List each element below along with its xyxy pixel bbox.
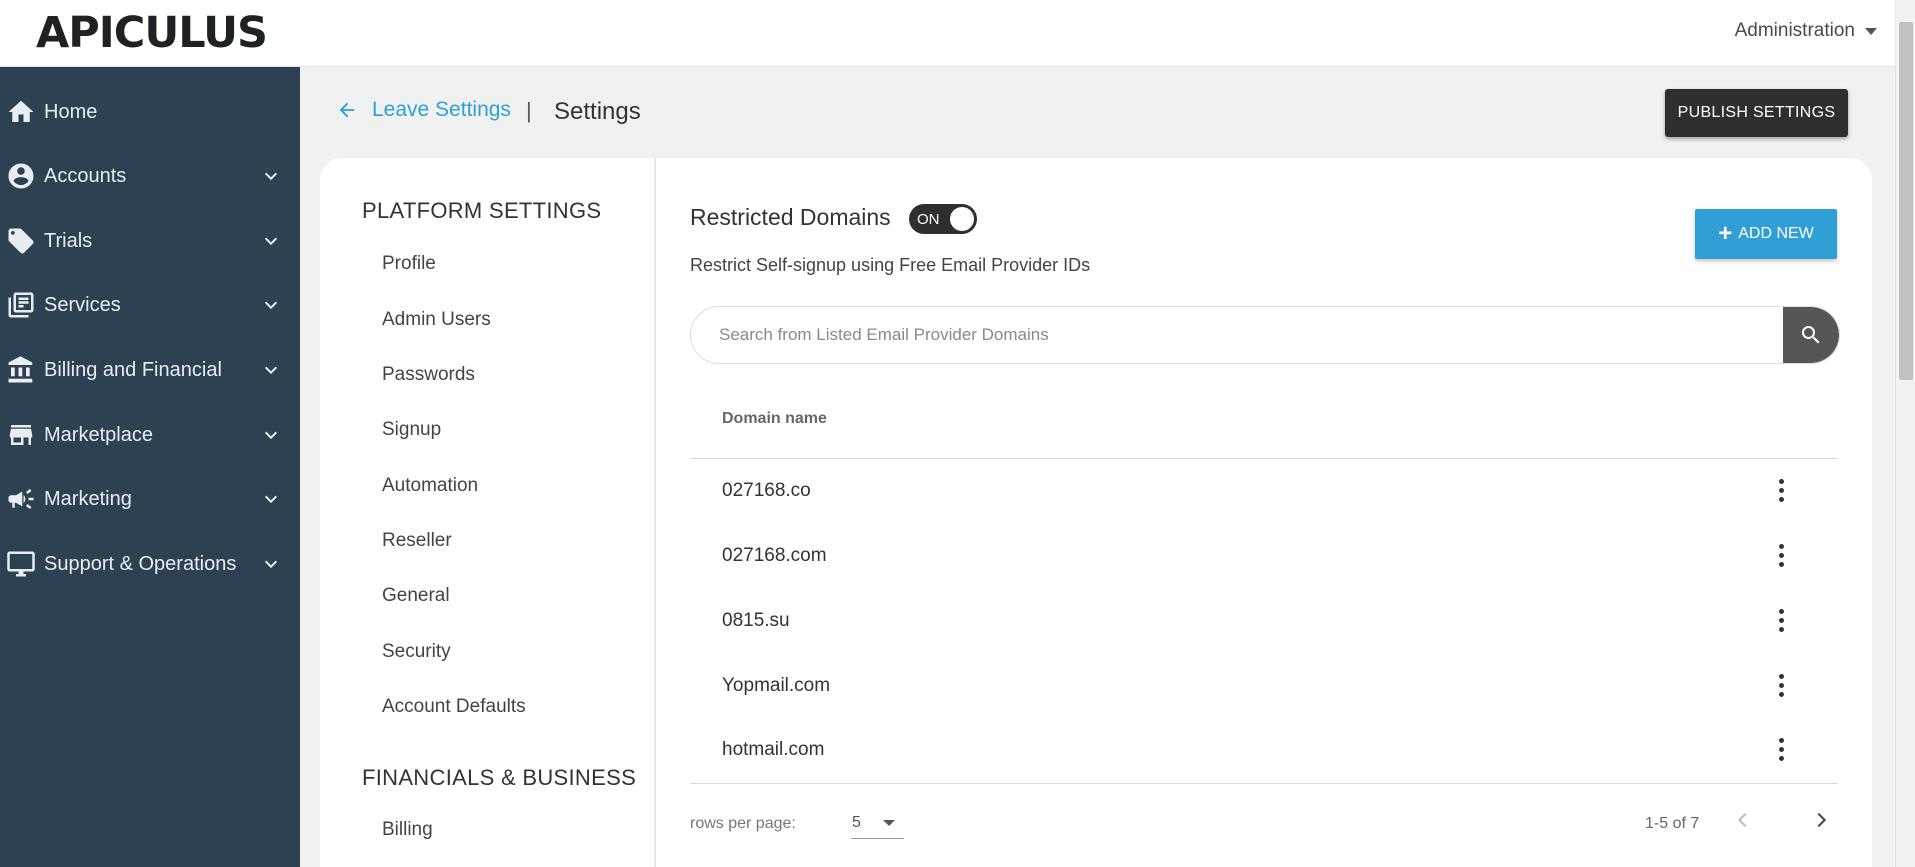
sidebar-item-accounts[interactable]: Accounts (0, 148, 300, 204)
store-icon (9, 425, 33, 445)
toggle-knob (950, 207, 974, 231)
settings-menu: PLATFORM SETTINGS Profile Admin Users Pa… (320, 158, 656, 867)
settings-card: PLATFORM SETTINGS Profile Admin Users Pa… (320, 158, 1872, 867)
restricted-domains-panel: Restricted Domains ON Restrict Self-sign… (690, 158, 1850, 867)
row-more-vert-icon[interactable] (1766, 603, 1796, 637)
domain-search-input[interactable] (691, 307, 1781, 363)
breadcrumb-separator: | (526, 98, 532, 123)
leave-settings-link[interactable]: Leave Settings (336, 98, 511, 122)
scrollbar-thumb[interactable] (1899, 22, 1913, 380)
settings-link-signup[interactable]: Signup (382, 419, 441, 441)
row-more-vert-icon[interactable] (1766, 473, 1796, 507)
chevron-left-icon (1737, 812, 1747, 828)
table-row: 027168.com (690, 524, 1838, 589)
leave-settings-label: Leave Settings (372, 98, 511, 121)
sidebar-item-marketplace[interactable]: Marketplace (0, 407, 300, 463)
settings-link-reseller[interactable]: Reseller (382, 530, 452, 552)
settings-link-account-defaults[interactable]: Account Defaults (382, 696, 526, 718)
row-more-vert-icon[interactable] (1766, 538, 1796, 572)
add-new-label: ADD NEW (1738, 225, 1814, 242)
chevron-down-icon (264, 301, 278, 310)
sidebar-item-billing-and-financial[interactable]: Billing and Financial (0, 342, 300, 398)
rows-per-page-label: rows per page: (690, 815, 796, 832)
sidebar-item-services[interactable]: Services (0, 277, 300, 333)
restricted-domains-title: Restricted Domains (690, 204, 891, 230)
domain-name-cell: 027168.com (722, 545, 827, 566)
settings-link-profile[interactable]: Profile (382, 253, 436, 275)
apiculus-logo[interactable]: APICULUS (36, 8, 268, 58)
plus-icon: + (1718, 220, 1733, 247)
chevron-down-icon (264, 495, 278, 504)
chevron-down-icon (264, 366, 278, 375)
settings-link-security[interactable]: Security (382, 641, 451, 663)
sidebar-item-label: Marketing (44, 487, 132, 510)
table-row: Yopmail.com (690, 654, 1838, 719)
restricted-domains-description: Restrict Self-signup using Free Email Pr… (690, 255, 1091, 275)
settings-group-title: FINANCIALS & BUSINESS (362, 765, 637, 790)
caret-down-icon (1865, 27, 1877, 35)
add-new-button[interactable]: + ADD NEW (1695, 209, 1837, 259)
sidebar-item-label: Support & Operations (44, 552, 237, 575)
arrow-left-icon (339, 102, 355, 118)
column-header-domain-name[interactable]: Domain name (722, 410, 827, 428)
search-button[interactable] (1783, 307, 1839, 363)
home-icon (8, 100, 34, 122)
domain-name-cell: hotmail.com (722, 739, 825, 760)
settings-link-billing[interactable]: Billing (382, 819, 433, 841)
domain-name-cell: 027168.co (722, 480, 811, 501)
next-page-button[interactable] (1804, 803, 1838, 837)
caret-down-icon (883, 820, 895, 826)
library-icon (8, 292, 34, 318)
previous-page-button[interactable] (1726, 803, 1760, 837)
chevron-right-icon (1817, 812, 1827, 828)
rows-per-page-value: 5 (852, 814, 861, 831)
settings-link-passwords[interactable]: Passwords (382, 364, 475, 386)
page-scrollbar[interactable] (1895, 0, 1915, 867)
toggle-state-label: ON (917, 211, 940, 228)
monitor-icon (7, 551, 35, 577)
restricted-domains-toggle[interactable]: ON (909, 204, 977, 234)
sidebar-item-trials[interactable]: Trials (0, 213, 300, 269)
publish-settings-button[interactable]: PUBLISH SETTINGS (1665, 89, 1848, 137)
sidebar-item-label: Accounts (44, 164, 127, 187)
sidebar-item-home[interactable]: Home (0, 84, 300, 140)
row-more-vert-icon[interactable] (1766, 732, 1796, 766)
page-title: Settings (554, 98, 641, 125)
table-row: 0815.su (690, 589, 1838, 654)
chevron-down-icon (264, 172, 278, 181)
chevron-down-icon (264, 431, 278, 440)
settings-link-admin-users[interactable]: Admin Users (382, 309, 491, 331)
domain-search-bar (690, 306, 1840, 364)
rows-per-page-select[interactable]: 5 (851, 803, 904, 839)
account-circle-icon (8, 163, 34, 189)
table-row: 027168.co (690, 459, 1838, 524)
settings-link-general[interactable]: General (382, 585, 450, 607)
settings-group-title: PLATFORM SETTINGS (362, 198, 602, 223)
tag-icon (8, 228, 34, 254)
table-row: hotmail.com (690, 718, 1838, 783)
sidebar-item-label: Trials (44, 229, 93, 252)
chevron-down-icon (264, 237, 278, 246)
page-range-text: 1-5 of 7 (1645, 815, 1700, 832)
chevron-down-icon (264, 560, 278, 569)
settings-link-automation[interactable]: Automation (382, 475, 478, 497)
megaphone-icon (8, 489, 34, 509)
administration-menu-label: Administration (1734, 20, 1855, 41)
sidebar-item-label: Home (44, 100, 98, 123)
table-footer-divider (690, 783, 1838, 784)
administration-menu[interactable]: Administration (1735, 20, 1877, 42)
top-bar: APICULUS Administration (0, 0, 1895, 67)
sidebar-item-support-operations[interactable]: Support & Operations (0, 536, 300, 592)
sidebar-item-label: Marketplace (44, 423, 153, 446)
sidebar-item-label: Billing and Financial (44, 358, 222, 381)
sidebar: Home Accounts Trials Services Billing an… (0, 67, 300, 867)
sidebar-item-label: Services (44, 293, 121, 316)
domain-name-cell: Yopmail.com (722, 675, 831, 696)
domain-name-cell: 0815.su (722, 610, 790, 631)
search-icon (1802, 326, 1820, 344)
sidebar-item-marketing[interactable]: Marketing (0, 471, 300, 527)
row-more-vert-icon[interactable] (1766, 668, 1796, 702)
bank-icon (8, 356, 33, 383)
